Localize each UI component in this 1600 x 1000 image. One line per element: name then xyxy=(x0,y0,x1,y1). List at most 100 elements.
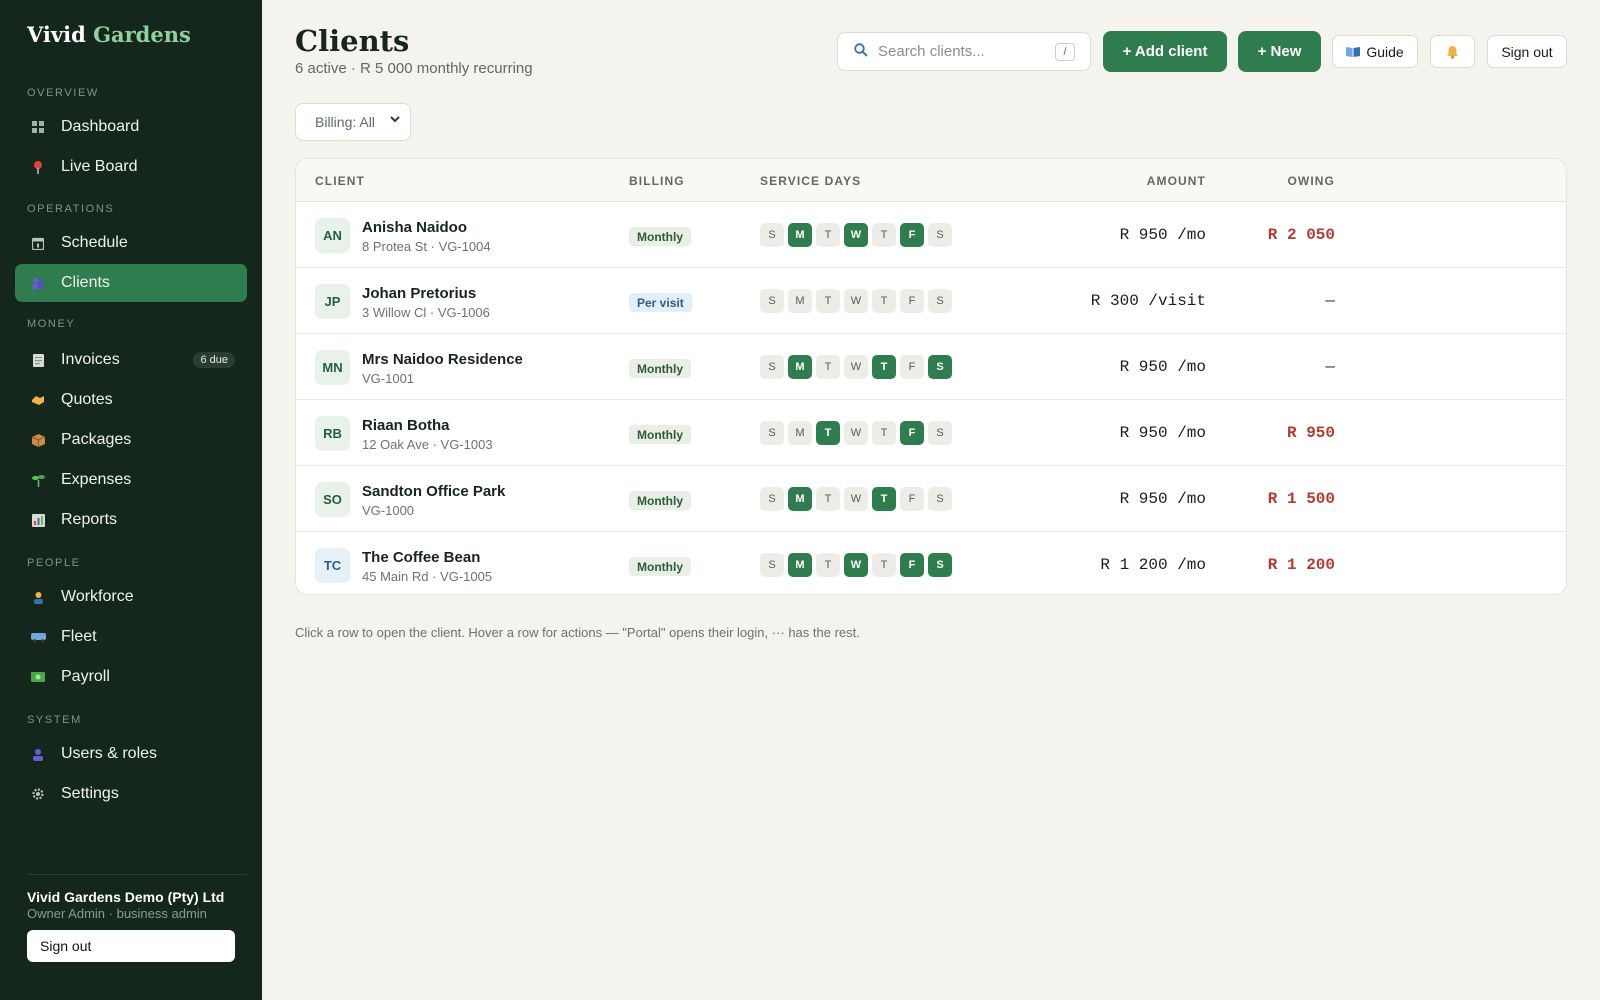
table-row[interactable]: RB Riaan Botha 12 Oak Ave · VG-1003 Monthly… xyxy=(296,401,1566,466)
new-button[interactable]: + New xyxy=(1238,31,1321,72)
header-sign-out-button[interactable]: Sign out xyxy=(1487,35,1567,68)
client-name: Riaan Botha xyxy=(362,417,450,434)
pin-icon xyxy=(29,158,47,176)
sidebar-item-label: Fleet xyxy=(61,628,97,645)
sidebar-item-clients[interactable]: Clients xyxy=(15,264,247,302)
amount-value: R 300 /visit xyxy=(1090,292,1206,310)
sidebar-item-fleet[interactable]: Fleet xyxy=(15,618,247,656)
client-address: 8 Protea St · VG-1004 xyxy=(362,239,491,254)
sidebar-item-expenses[interactable]: Expenses xyxy=(15,461,247,499)
service-day-chip: M xyxy=(788,223,812,247)
column-header-client[interactable]: CLIENT xyxy=(315,174,365,188)
client-address: VG-1001 xyxy=(362,371,415,386)
service-day-chip: M xyxy=(788,355,812,379)
avatar: TC xyxy=(315,548,350,583)
user-icon xyxy=(29,745,47,763)
sidebar-sign-out-button[interactable]: Sign out xyxy=(27,930,235,962)
worker-icon xyxy=(29,588,47,606)
sidebar-item-schedule[interactable]: Schedule xyxy=(15,224,247,262)
billing-badge: Per visit xyxy=(629,293,692,312)
guide-button[interactable]: Guide xyxy=(1332,35,1418,68)
service-day-chip: T xyxy=(816,487,840,511)
brand-logo[interactable]: Vivid Gardens xyxy=(27,22,191,47)
client-name: Mrs Naidoo Residence xyxy=(362,351,523,368)
owing-value: — xyxy=(1325,292,1335,310)
owing-value: R 2 050 xyxy=(1267,226,1335,244)
add-client-button[interactable]: + Add client xyxy=(1103,31,1227,72)
owing-value: R 1 200 xyxy=(1267,556,1335,574)
calendar-icon xyxy=(29,234,47,252)
book-icon xyxy=(1346,46,1361,57)
client-name: Sandton Office Park xyxy=(362,483,506,500)
sidebar-item-packages[interactable]: Packages xyxy=(15,421,247,459)
service-day-chip: S xyxy=(760,223,784,247)
sidebar-item-quotes[interactable]: Quotes xyxy=(15,381,247,419)
section-label-system: SYSTEM xyxy=(27,714,82,726)
service-days: SMTWTFS xyxy=(760,421,952,445)
client-address: 3 Willow Cl · VG-1006 xyxy=(362,305,490,320)
table-row[interactable]: AN Anisha Naidoo 8 Protea St · VG-1004 Mont… xyxy=(296,203,1566,268)
bell-icon xyxy=(1446,45,1459,59)
sidebar-item-label: Live Board xyxy=(61,158,138,175)
service-day-chip: F xyxy=(900,553,924,577)
sidebar-item-reports[interactable]: Reports xyxy=(15,501,247,539)
client-address: VG-1000 xyxy=(362,503,415,518)
search-box[interactable]: / xyxy=(837,32,1091,71)
service-day-chip: W xyxy=(844,355,868,379)
brand-name: Vivid xyxy=(27,22,86,47)
service-day-chip: T xyxy=(872,223,896,247)
billing-filter-select[interactable]: Billing: All xyxy=(295,103,411,141)
service-day-chip: T xyxy=(872,289,896,313)
sidebar-item-label: Packages xyxy=(61,431,132,448)
service-days: SMTWTFS xyxy=(760,355,952,379)
service-day-chip: T xyxy=(872,355,896,379)
sidebar-item-label: Settings xyxy=(61,785,119,802)
notifications-button[interactable] xyxy=(1430,35,1475,68)
service-day-chip: T xyxy=(816,223,840,247)
sidebar-item-dashboard[interactable]: Dashboard xyxy=(15,108,247,146)
cash-icon xyxy=(29,668,47,686)
client-name: The Coffee Bean xyxy=(362,549,481,566)
column-header-owing[interactable]: OWING xyxy=(1288,174,1336,188)
sidebar-item-live-board[interactable]: Live Board xyxy=(15,148,247,186)
client-address: 12 Oak Ave · VG-1003 xyxy=(362,437,493,452)
column-header-service-days[interactable]: SERVICE DAYS xyxy=(760,174,861,188)
table-row[interactable]: JP Johan Pretorius 3 Willow Cl · VG-1006 Pe… xyxy=(296,269,1566,334)
section-label-overview: OVERVIEW xyxy=(27,87,99,99)
service-day-chip: W xyxy=(844,487,868,511)
service-day-chip: S xyxy=(760,487,784,511)
service-day-chip: S xyxy=(760,553,784,577)
sidebar-item-payroll[interactable]: Payroll xyxy=(15,658,247,696)
sidebar-item-users-roles[interactable]: Users & roles xyxy=(15,735,247,773)
chart-icon xyxy=(29,511,47,529)
sidebar-item-label: Schedule xyxy=(61,234,128,251)
sidebar-item-workforce[interactable]: Workforce xyxy=(15,578,247,616)
billing-badge: Monthly xyxy=(629,557,691,576)
service-day-chip: S xyxy=(760,289,784,313)
column-header-amount[interactable]: AMOUNT xyxy=(1147,174,1206,188)
service-day-chip: T xyxy=(816,289,840,313)
service-day-chip: W xyxy=(844,223,868,247)
table-row[interactable]: SO Sandton Office Park VG-1000 Monthly S M T W T… xyxy=(296,467,1566,532)
sidebar-item-settings[interactable]: Settings xyxy=(15,775,247,813)
org-name: Vivid Gardens Demo (Pty) Ltd xyxy=(27,889,225,905)
service-day-chip: T xyxy=(872,487,896,511)
service-day-chip: S xyxy=(928,487,952,511)
service-days: SMTWTFS xyxy=(760,289,952,313)
sidebar-item-label: Reports xyxy=(61,511,118,528)
amount-value: R 950 /mo xyxy=(1119,226,1206,244)
service-day-chip: S xyxy=(928,355,952,379)
table-row[interactable]: TC The Coffee Bean 45 Main Rd · VG-1005 Mon… xyxy=(296,533,1566,594)
page-title: Clients xyxy=(295,24,410,58)
column-header-billing[interactable]: BILLING xyxy=(629,174,685,188)
sidebar-item-invoices[interactable]: Invoices 6 due xyxy=(15,341,247,379)
table-row[interactable]: MN Mrs Naidoo Residence VG-1001 Monthly S M T W… xyxy=(296,335,1566,400)
chevron-down-icon xyxy=(389,113,401,128)
people-icon xyxy=(29,274,47,292)
search-input[interactable] xyxy=(878,43,1048,60)
owing-value: R 950 xyxy=(1286,424,1335,442)
section-label-operations: OPERATIONS xyxy=(27,203,115,215)
billing-badge: Monthly xyxy=(629,491,691,510)
billing-badge: Monthly xyxy=(629,359,691,378)
client-name: Anisha Naidoo xyxy=(362,219,468,236)
